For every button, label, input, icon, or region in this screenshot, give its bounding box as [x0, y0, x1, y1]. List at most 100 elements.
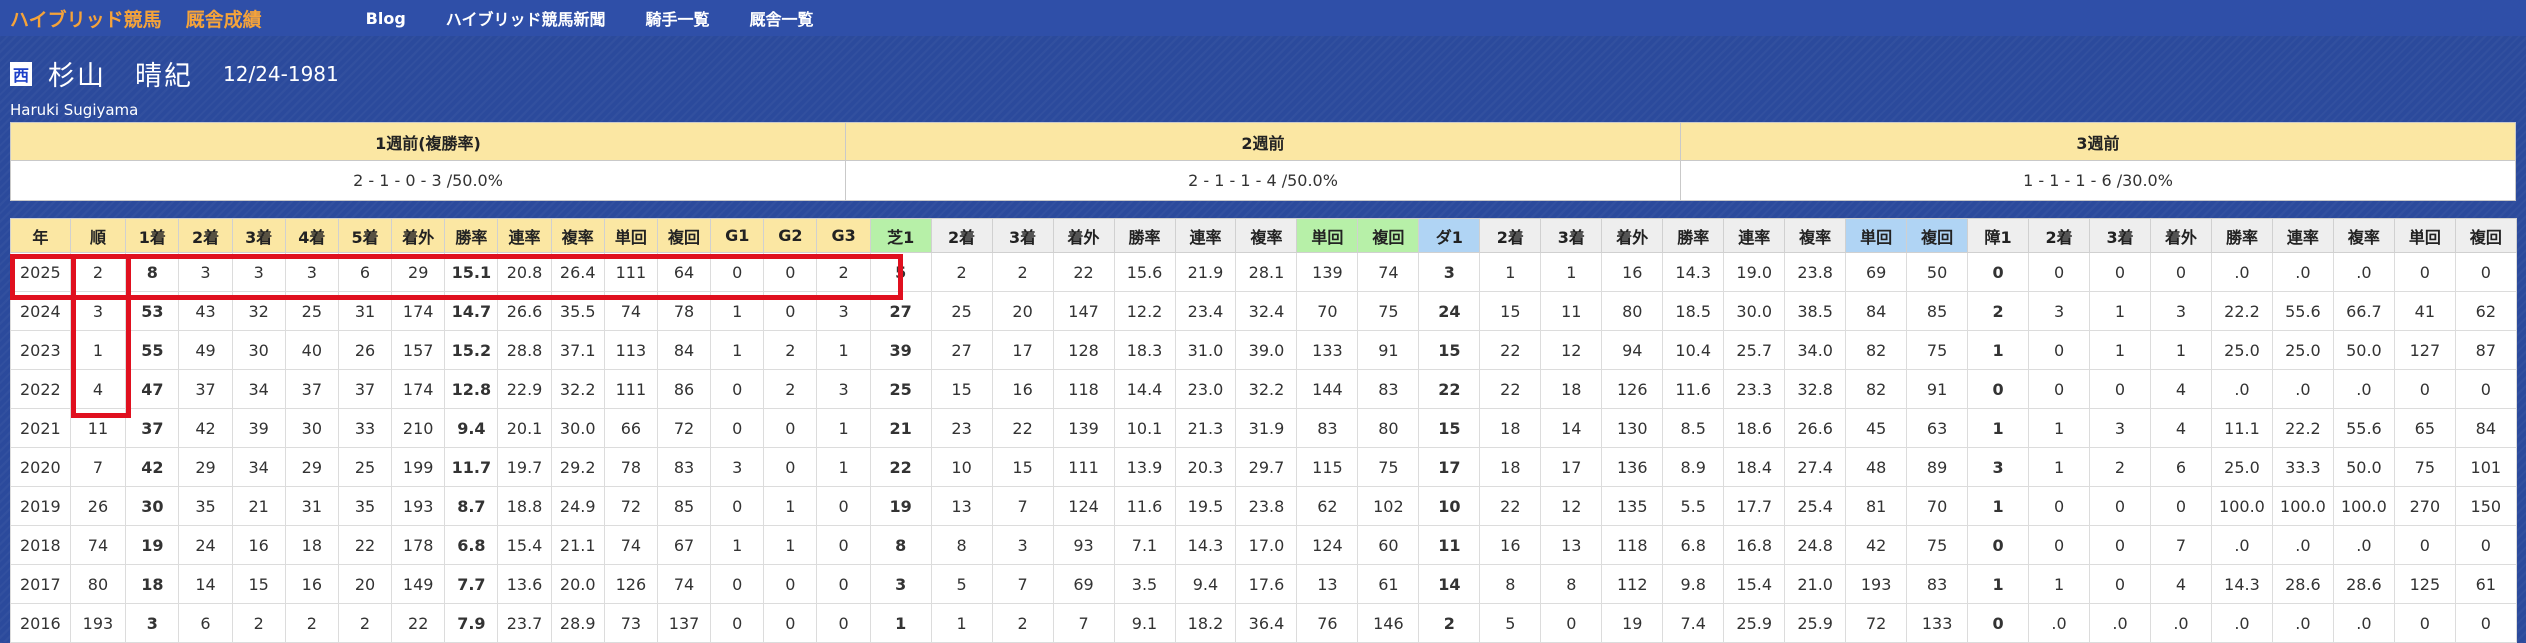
stat-cell: 11.7: [444, 447, 499, 487]
stat-cell: 25.0: [2271, 330, 2334, 370]
stat-cell: 78: [656, 291, 712, 331]
stat-cell: 45: [1845, 408, 1908, 448]
stat-cell: .0: [2210, 252, 2273, 292]
stat-cell: 35: [337, 486, 393, 526]
stat-cell: 75: [2393, 447, 2456, 487]
stat-cell: 1: [816, 408, 871, 448]
stat-cell: 0: [763, 291, 818, 331]
stat-cell: 22: [1052, 252, 1115, 292]
stat-cell: 43: [178, 291, 233, 331]
stat-cell: 100.0: [2210, 486, 2273, 526]
stat-cell: 55: [125, 330, 180, 370]
stat-cell: 24: [178, 525, 233, 565]
stat-cell: 100.0: [2332, 486, 2395, 526]
stat-cell: 199: [391, 447, 446, 487]
stat-cell: 1: [1967, 330, 2030, 370]
stat-cell: 0: [763, 408, 818, 448]
stat-cell: 21: [869, 408, 932, 448]
stat-cell: 30: [284, 408, 339, 448]
stat-cell: 17: [991, 330, 1054, 370]
stat-cell: 25: [284, 291, 339, 331]
stat-cell: 16: [231, 525, 286, 565]
stat-cell: 15.4: [497, 525, 552, 565]
yearly-stats-table: 年順 1着 2着 3着 4着 5着 着外 勝率 連率 複率 単回 複回 G1 G2 G3 芝1 2着 3着 着外 勝率…: [10, 218, 2517, 643]
stats-col-header: G2: [763, 218, 818, 253]
stat-cell: 7: [1052, 603, 1115, 643]
stat-cell: 3: [991, 525, 1054, 565]
brand-logo[interactable]: ハイブリッド競馬: [10, 5, 162, 32]
stat-cell: 87: [2454, 330, 2517, 370]
stat-cell: 0: [1540, 603, 1603, 643]
stat-cell: 63: [1906, 408, 1969, 448]
stat-cell: 22.2: [2210, 291, 2273, 331]
stat-cell: 210: [391, 408, 446, 448]
nav-link-stables[interactable]: 厩舎一覧: [749, 6, 813, 30]
stat-cell: 1: [1967, 408, 2030, 448]
stats-col-header: 2着: [2028, 218, 2091, 253]
stat-cell: 62: [1296, 486, 1359, 526]
stats-col-header: 勝率: [1113, 218, 1176, 253]
stat-cell: 9.4: [1174, 564, 1237, 604]
stat-cell: 0: [1967, 603, 2030, 643]
stat-cell: 133: [1296, 330, 1359, 370]
stat-cell: 13: [930, 486, 993, 526]
stat-cell: 193: [1845, 564, 1908, 604]
stat-cell: 22: [991, 408, 1054, 448]
stat-cell: 0: [2089, 369, 2151, 409]
stat-cell: 61: [1357, 564, 1420, 604]
stat-cell: 27: [869, 291, 932, 331]
stat-cell: 9.8: [1662, 564, 1725, 604]
stat-cell: 21.1: [550, 525, 605, 565]
stat-cell: 28.8: [497, 330, 552, 370]
stat-cell: 14.7: [444, 291, 499, 331]
stats-col-header: 1着: [125, 218, 180, 253]
stat-cell: .0: [2089, 603, 2151, 643]
recent-value: 1 - 1 - 1 - 6 /30.0%: [1680, 160, 2516, 201]
stat-cell: 38.5: [1784, 291, 1847, 331]
nav-link-jockeys[interactable]: 騎手一覧: [645, 6, 709, 30]
stat-cell: 29: [178, 447, 233, 487]
stats-col-header: 勝率: [444, 218, 499, 253]
stat-cell: 91: [1357, 330, 1420, 370]
stat-cell: 270: [2393, 486, 2456, 526]
stat-cell: 22: [869, 447, 932, 487]
section-title[interactable]: 厩舎成績: [186, 5, 262, 32]
stat-cell: 16.8: [1723, 525, 1786, 565]
stat-cell: 19.5: [1174, 486, 1237, 526]
stat-cell: 22.2: [2271, 408, 2334, 448]
stat-cell: 137: [656, 603, 712, 643]
nav-link-blog[interactable]: Blog: [366, 9, 406, 28]
stat-cell: 18.5: [1662, 291, 1725, 331]
stat-cell: 84: [2454, 408, 2517, 448]
stat-cell: 66: [603, 408, 658, 448]
stat-cell: 75: [1357, 291, 1420, 331]
year-cell: 2016: [10, 603, 71, 643]
stat-cell: 74: [656, 564, 712, 604]
stat-cell: 22: [1418, 369, 1481, 409]
stat-cell: 23: [930, 408, 993, 448]
stat-cell: 7.4: [1662, 603, 1725, 643]
stat-cell: 1: [710, 525, 765, 565]
stat-cell: 128: [1052, 330, 1115, 370]
stats-col-header: 3着: [1540, 218, 1603, 253]
nav-link-newspaper[interactable]: ハイブリッド競馬新聞: [446, 6, 606, 30]
stat-cell: 36.4: [1235, 603, 1298, 643]
stats-col-header: ダ1: [1418, 218, 1481, 253]
stat-cell: 22: [337, 525, 393, 565]
stat-cell: .0: [2271, 252, 2334, 292]
rank-cell: 11: [69, 408, 127, 448]
stat-cell: 41: [2393, 291, 2456, 331]
stats-col-header: 複回: [656, 218, 712, 253]
stat-cell: 23.8: [1235, 486, 1298, 526]
stat-cell: 18: [1479, 408, 1542, 448]
stat-cell: 0: [2393, 525, 2456, 565]
stat-cell: 16: [1479, 525, 1542, 565]
stat-cell: 18.2: [1174, 603, 1237, 643]
stat-cell: 72: [603, 486, 658, 526]
stat-cell: 1: [816, 330, 871, 370]
year-cell: 2024: [10, 291, 71, 331]
stat-cell: 29.2: [550, 447, 605, 487]
stat-cell: 2: [2089, 447, 2151, 487]
stats-col-header: 3着: [2089, 218, 2151, 253]
stats-row: 2022 4 47 37 34 37 37 174 12.8 22.9 32.2 111 86 0 2 3 25…: [10, 369, 2517, 409]
